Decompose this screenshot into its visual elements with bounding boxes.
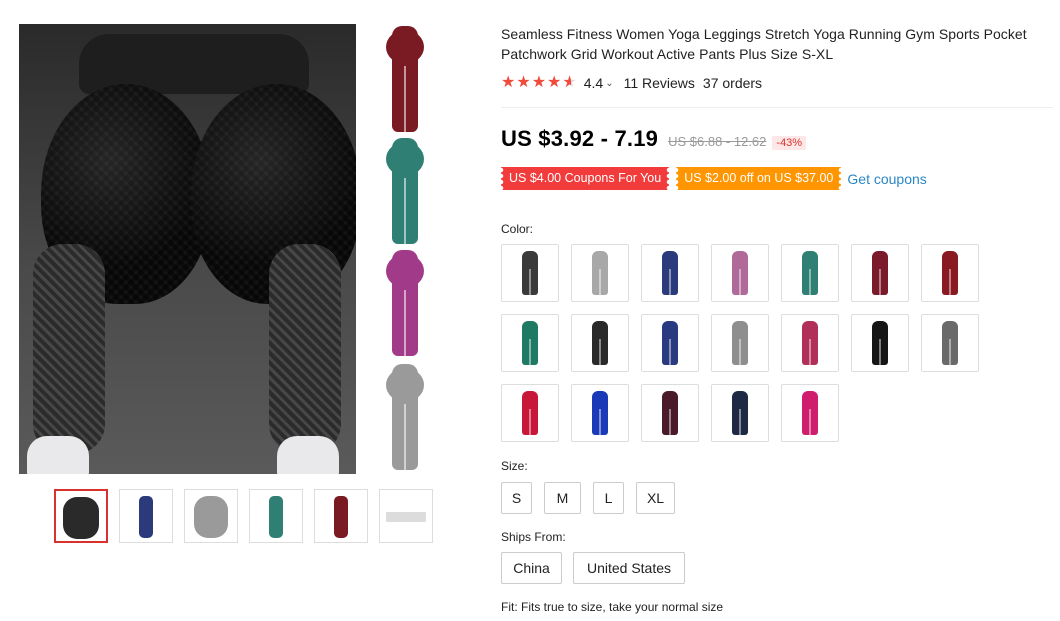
color-swatch[interactable] — [641, 244, 699, 302]
swatch-leggings-image — [592, 391, 608, 435]
swatch-leggings-image — [522, 391, 538, 435]
swatch-leggings-image — [522, 321, 538, 365]
thumbnail-image — [139, 496, 153, 538]
swatch-leggings-image — [802, 321, 818, 365]
swatch-leggings-image — [662, 321, 678, 365]
swatch-leggings-image — [942, 321, 958, 365]
color-swatch[interactable] — [921, 244, 979, 302]
store-coupon[interactable]: US $4.00 Coupons For You — [501, 167, 670, 190]
thumbnail[interactable] — [379, 489, 433, 543]
color-swatch[interactable] — [571, 314, 629, 372]
thumbnail-image — [334, 496, 348, 538]
color-swatch[interactable] — [571, 244, 629, 302]
product-title: Seamless Fitness Women Yoga Leggings Str… — [501, 26, 1027, 62]
leggings-left-leg — [33, 244, 105, 454]
color-swatch[interactable] — [921, 314, 979, 372]
select-coupon[interactable]: US $2.00 off on US $37.00 — [676, 167, 842, 190]
original-price: US $6.88 - 12.62 — [668, 134, 767, 149]
strip-item — [374, 362, 436, 472]
thumbnail-image — [269, 496, 283, 538]
ships-from-label: Ships From: — [501, 530, 566, 544]
swatch-leggings-image — [872, 321, 888, 365]
color-swatch[interactable] — [501, 314, 559, 372]
rating-row: ★ ★ ★ ★ ★ 4.4 ⌄ 11 Reviews 37 orders — [501, 72, 762, 94]
color-swatch[interactable] — [501, 244, 559, 302]
swatch-leggings-image — [662, 391, 678, 435]
ships-from-united-states[interactable]: United States — [573, 552, 685, 584]
thumbnail[interactable] — [249, 489, 303, 543]
orders-count: 37 orders — [702, 75, 763, 91]
fit-note: Fit: Fits true to size, take your normal… — [501, 600, 724, 614]
strip-pant — [386, 138, 424, 244]
star-rating: ★ ★ ★ ★ ★ — [501, 75, 577, 91]
swatch-leggings-image — [732, 321, 748, 365]
chevron-down-icon[interactable]: ⌄ — [605, 78, 613, 89]
star-icon: ★ — [516, 74, 531, 91]
size-option-xl[interactable]: XL — [636, 482, 675, 514]
color-swatch[interactable] — [851, 244, 909, 302]
thumbnail[interactable] — [184, 489, 238, 543]
color-swatch[interactable] — [781, 314, 839, 372]
color-label: Color: — [501, 222, 534, 236]
swatch-leggings-image — [592, 251, 608, 295]
swatch-leggings-image — [802, 251, 818, 295]
coupon-row: US $4.00 Coupons For You US $2.00 off on… — [501, 167, 927, 190]
thumbnail[interactable] — [314, 489, 368, 543]
rating-value[interactable]: 4.4 — [584, 75, 603, 91]
strip-item — [374, 248, 436, 358]
size-label: Size: — [501, 459, 528, 473]
leggings-right-leg — [269, 244, 341, 454]
strip-item — [374, 136, 436, 246]
color-swatch[interactable] — [711, 244, 769, 302]
color-swatch[interactable] — [781, 244, 839, 302]
color-swatch[interactable] — [711, 384, 769, 442]
strip-pant — [386, 364, 424, 470]
price-row: US $3.92 - 7.19 US $6.88 - 12.62 -43% — [501, 126, 807, 152]
color-swatch[interactable] — [571, 384, 629, 442]
reviews-link[interactable]: 11 Reviews — [624, 75, 695, 91]
star-icon: ★ — [547, 74, 562, 91]
star-icon: ★ — [531, 74, 547, 91]
swatch-leggings-image — [592, 321, 608, 365]
left-shoe — [27, 436, 89, 474]
main-product-image[interactable] — [19, 24, 356, 474]
discount-badge: -43% — [772, 136, 807, 150]
color-swatch[interactable] — [851, 314, 909, 372]
swatch-leggings-image — [872, 251, 888, 295]
right-shoe — [277, 436, 339, 474]
thumbnail-image — [194, 496, 228, 538]
swatch-leggings-image — [522, 251, 538, 295]
star-icon: ★ — [501, 74, 516, 91]
color-swatch[interactable] — [501, 384, 559, 442]
divider — [501, 107, 1053, 108]
ships-from-china[interactable]: China — [501, 552, 562, 584]
get-coupons-link[interactable]: Get coupons — [847, 171, 926, 187]
swatch-leggings-image — [942, 251, 958, 295]
swatch-leggings-image — [662, 251, 678, 295]
current-price: US $3.92 - 7.19 — [501, 126, 659, 151]
color-swatch[interactable] — [781, 384, 839, 442]
thumbnail[interactable] — [54, 489, 108, 543]
swatch-leggings-image — [732, 251, 748, 295]
strip-pant — [386, 250, 424, 356]
strip-item — [374, 24, 436, 134]
thumbnail-image — [386, 512, 426, 522]
size-option-s[interactable]: S — [501, 482, 532, 514]
swatch-leggings-image — [802, 391, 818, 435]
thumbnail[interactable] — [119, 489, 173, 543]
size-option-l[interactable]: L — [593, 482, 624, 514]
main-image-color-strip — [356, 24, 436, 474]
strip-pant — [386, 26, 424, 132]
color-swatch[interactable] — [711, 314, 769, 372]
color-swatch[interactable] — [641, 314, 699, 372]
color-swatch[interactable] — [641, 384, 699, 442]
thumbnail-image — [63, 497, 99, 539]
size-option-m[interactable]: M — [544, 482, 581, 514]
swatch-leggings-image — [732, 391, 748, 435]
half-star-icon: ★ — [562, 74, 577, 91]
